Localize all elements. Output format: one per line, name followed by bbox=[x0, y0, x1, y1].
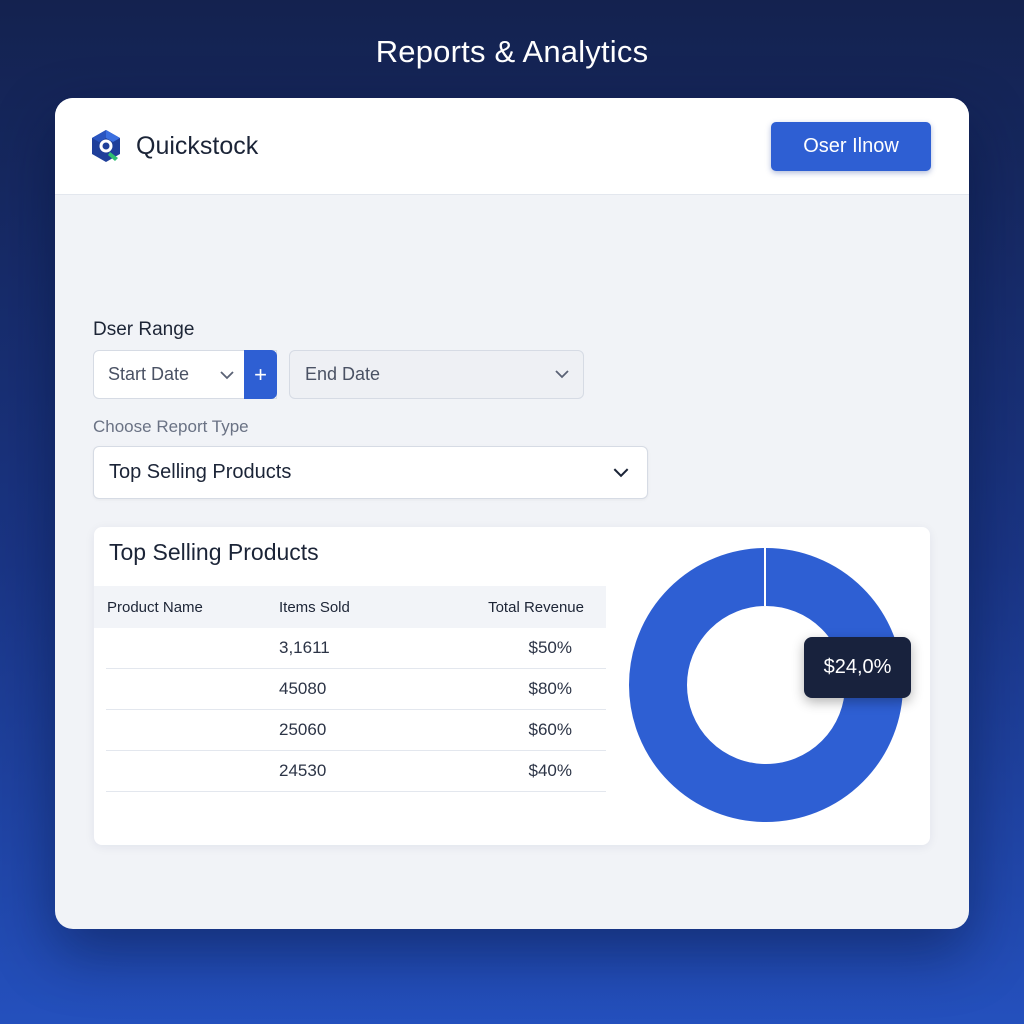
chevron-down-icon[interactable] bbox=[220, 371, 234, 380]
items-sold-cell: 45080 bbox=[279, 679, 327, 698]
column-header-total-revenue[interactable]: Total Revenue bbox=[444, 599, 594, 616]
brand-name: Quickstock bbox=[136, 131, 259, 160]
column-header-items-sold[interactable]: Items Sold bbox=[279, 599, 444, 616]
header-primary-button[interactable]: Oser Ilnow bbox=[771, 121, 931, 171]
report-type-select[interactable]: Top Selling Products bbox=[93, 446, 648, 499]
chevron-down-icon bbox=[555, 370, 569, 379]
table-row[interactable]: 45080 $80% bbox=[106, 669, 606, 710]
end-date-select[interactable]: End Date bbox=[289, 350, 584, 399]
end-date-text: End Date bbox=[305, 364, 381, 384]
start-date-text: Start Date bbox=[108, 364, 190, 384]
date-range-label: Dser Range bbox=[93, 319, 195, 340]
items-sold-cell: 24530 bbox=[279, 761, 327, 780]
revenue-cell: $60% bbox=[528, 720, 572, 739]
app-window: Quickstock Oser Ilnow Dser Range Start D… bbox=[55, 98, 969, 929]
revenue-cell: $80% bbox=[528, 679, 572, 698]
table-row[interactable]: 3,1611 $50% bbox=[106, 628, 606, 669]
brand[interactable]: Quickstock bbox=[88, 128, 258, 164]
app-header: Quickstock Oser Ilnow bbox=[55, 98, 969, 195]
report-panel: Top Selling Products Product Name Items … bbox=[94, 527, 930, 845]
revenue-cell: $40% bbox=[528, 761, 572, 780]
items-sold-cell: 3,1611 bbox=[279, 638, 330, 657]
chevron-down-icon bbox=[613, 467, 629, 477]
table-row[interactable]: 24530 $40% bbox=[106, 751, 606, 792]
plus-icon: + bbox=[254, 361, 267, 387]
report-table: Product Name Items Sold Total Revenue 3,… bbox=[94, 586, 606, 792]
table-header: Product Name Items Sold Total Revenue bbox=[94, 586, 606, 628]
revenue-cell: $50% bbox=[528, 638, 572, 657]
items-sold-cell: 25060 bbox=[279, 720, 327, 739]
page-heading: Reports & Analytics bbox=[375, 34, 649, 69]
report-title: Top Selling Products bbox=[109, 539, 319, 565]
column-header-product-name[interactable]: Product Name bbox=[94, 599, 279, 616]
quickstock-logo-icon bbox=[92, 130, 120, 162]
donut-value-tooltip: $24,0% bbox=[804, 637, 911, 698]
report-type-value: Top Selling Products bbox=[109, 461, 292, 483]
report-type-label: Choose Report Type bbox=[93, 417, 249, 436]
add-date-button[interactable]: + bbox=[244, 350, 277, 399]
table-row[interactable]: 25060 $60% bbox=[106, 710, 606, 751]
